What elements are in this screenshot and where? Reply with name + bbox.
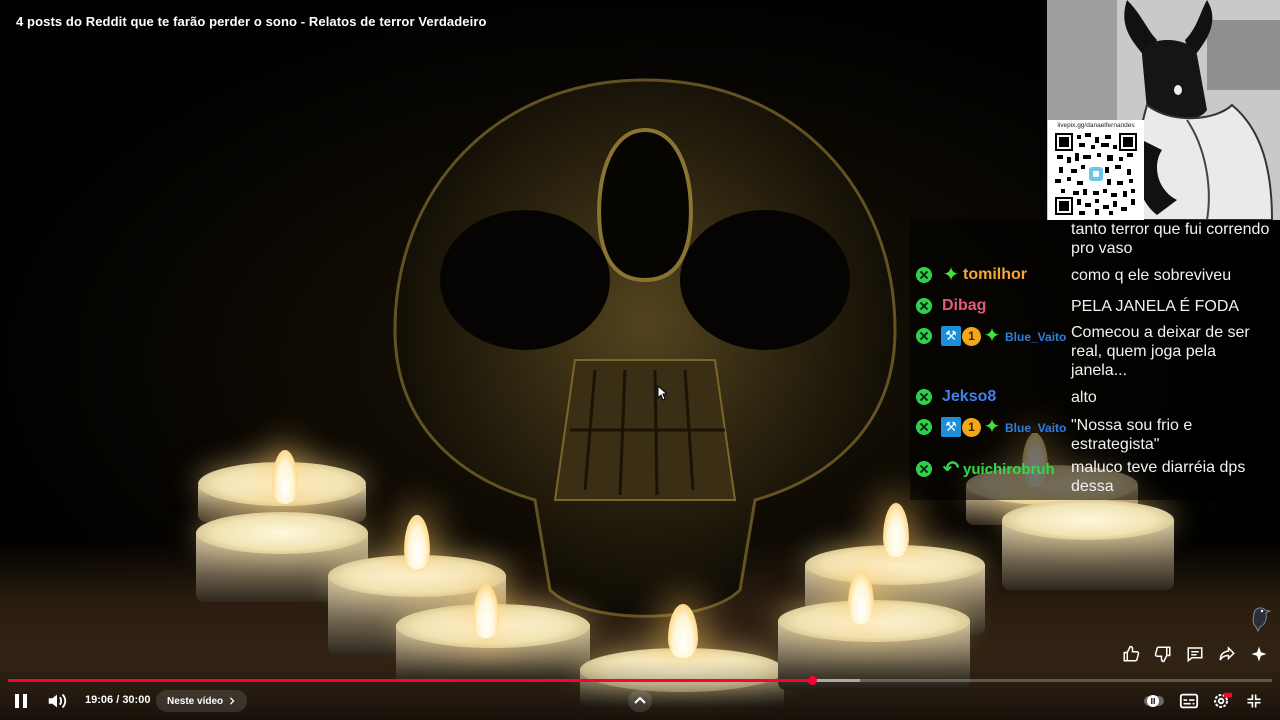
chat-username[interactable]: tomilhor [963, 266, 1027, 284]
chat-message-text: maluco teve diarréia dps dessa [1071, 459, 1246, 495]
return-arrow-badge-icon: ↶ [942, 458, 960, 480]
chapters-label: Neste vídeo [167, 695, 224, 707]
chat-overlay: tanto terror que fui correndo pro vaso ✦… [910, 220, 1280, 500]
moderator-badge-icon: ⚒ [941, 326, 961, 346]
chat-username[interactable]: Jekso8 [942, 388, 996, 406]
exit-fullscreen-icon[interactable] [1243, 690, 1265, 712]
scrubber-handle[interactable] [807, 676, 817, 685]
mod-remove-icon[interactable] [916, 267, 932, 283]
volume-icon[interactable] [45, 689, 69, 713]
coin-badge-icon: 1 [962, 417, 981, 437]
time-separator: / [113, 694, 123, 706]
mod-remove-icon[interactable] [916, 419, 932, 435]
chat-message-text: como q ele sobreviveu [1071, 267, 1232, 284]
star-badge-icon: ✦ [983, 416, 1001, 438]
coin-badge-icon: 1 [962, 326, 981, 346]
moderator-badge-icon: ⚒ [941, 417, 961, 437]
star-badge-icon: ✦ [942, 264, 960, 286]
qr-url-label: livepix.gg/danaelfernandes [1057, 122, 1135, 129]
chat-username[interactable]: Blue_Vaito [1005, 421, 1066, 435]
mod-remove-icon[interactable] [916, 298, 932, 314]
qr-code [1055, 133, 1137, 215]
played-bar [8, 679, 812, 682]
settings-icon[interactable] [1210, 690, 1234, 712]
chat-username[interactable]: yuichirobruh [963, 461, 1055, 478]
chevron-up-icon[interactable] [628, 690, 652, 712]
chevron-right-icon [230, 697, 235, 705]
video-title: 4 posts do Reddit que te farão perder o … [16, 14, 487, 29]
chat-message-text: "Nossa sou frio e estrategista" [1071, 417, 1193, 453]
chat-username[interactable]: Blue_Vaito [1005, 330, 1066, 344]
autoplay-toggle-icon[interactable] [1143, 691, 1165, 711]
chat-message-text: tanto terror que fui correndo pro vaso [1071, 221, 1270, 257]
current-time: 19:06 [85, 694, 114, 706]
time-display: 19:06 / 30:00 [85, 694, 150, 706]
crow-icon [1252, 607, 1272, 632]
progress-bar[interactable] [8, 676, 1272, 685]
pause-icon[interactable] [10, 690, 32, 712]
chapters-button[interactable]: Neste vídeo [156, 690, 248, 712]
star-badge-icon: ✦ [983, 325, 1001, 347]
mouse-cursor [657, 385, 667, 401]
candle [1002, 500, 1174, 590]
mod-remove-icon[interactable] [916, 461, 932, 477]
duration: 30:00 [122, 694, 151, 706]
chat-message-text: Comecou a deixar de ser real, quem joga … [1071, 324, 1250, 379]
chat-message-text: alto [1071, 389, 1097, 406]
chat-message-text: PELA JANELA É FODA [1071, 298, 1240, 315]
captions-icon[interactable] [1178, 690, 1200, 712]
chat-username[interactable]: Dibag [942, 297, 986, 315]
mod-remove-icon[interactable] [916, 328, 932, 344]
mod-remove-icon[interactable] [916, 389, 932, 405]
